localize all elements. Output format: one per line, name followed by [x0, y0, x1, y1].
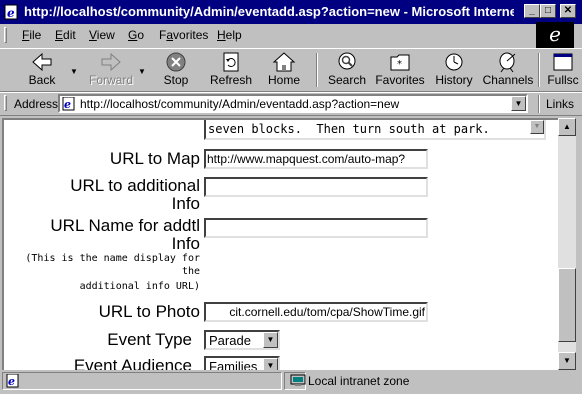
url-name-note-line1: (This is the name display for — [25, 253, 200, 264]
refresh-icon — [223, 52, 239, 72]
toolbar-separator — [316, 53, 318, 87]
menu-grip[interactable] — [4, 27, 7, 43]
status-panel-main: e — [2, 372, 282, 390]
url-additional-info-input[interactable] — [204, 177, 428, 197]
forward-dropdown-icon[interactable]: ▼ — [138, 67, 146, 76]
menu-view[interactable]: View — [89, 28, 115, 42]
address-url[interactable]: http://localhost/community/Admin/eventad… — [80, 97, 399, 111]
page-icon: e — [62, 97, 75, 111]
stop-button[interactable]: Stop — [154, 51, 198, 89]
url-name-label-line1: URL Name for addtl — [50, 216, 200, 235]
event-audience-label: Event Audience — [73, 356, 192, 371]
home-icon — [272, 52, 296, 72]
address-bar: Address e http://localhost/community/Adm… — [0, 92, 582, 116]
svg-text:*: * — [397, 59, 402, 70]
event-type-dropdown-icon[interactable]: ▼ — [263, 332, 278, 348]
back-arrow-icon — [32, 52, 52, 72]
event-audience-dropdown-icon[interactable]: ▼ — [263, 358, 278, 370]
url-name-label-line2: Info — [171, 234, 200, 253]
standard-toolbar: Back ▼ Forward ▼ Stop Refresh Home Searc… — [0, 48, 582, 92]
url-additional-info-label-line2: Info — [171, 194, 200, 213]
close-button[interactable]: ✕ — [560, 4, 576, 18]
title-bar: e http://localhost/community/Admin/event… — [0, 0, 582, 24]
status-panel-zone: Local intranet zone — [286, 372, 580, 390]
favorites-folder-icon: * — [390, 54, 410, 71]
status-bar: e Local intranet zone — [0, 370, 582, 392]
url-name-note-line2: the — [181, 266, 200, 277]
url-name-note-line3: additional info URL) — [79, 281, 200, 292]
maximize-button[interactable]: □ — [540, 4, 556, 18]
home-button[interactable]: Home — [264, 51, 304, 89]
page-status-icon: e — [6, 374, 19, 388]
history-icon — [445, 53, 463, 71]
event-type-label: Event Type — [107, 330, 192, 349]
svg-text:e: e — [7, 6, 15, 20]
channels-satellite-icon — [499, 52, 516, 73]
url-additional-info-label-line1: URL to additional — [70, 176, 200, 195]
directions-textarea[interactable]: seven blocks. Then turn south at park. ▼ — [204, 120, 546, 140]
url-to-map-input[interactable]: http://www.mapquest.com/auto-map? — [204, 149, 428, 169]
forward-button[interactable]: Forward — [86, 51, 136, 89]
event-audience-select[interactable]: Families ▼ — [204, 356, 280, 370]
url-to-photo-input[interactable]: cit.cornell.edu/tom/cpa/ShowTime.gif — [204, 302, 428, 322]
fullscreen-button[interactable]: Fullsc — [544, 51, 582, 89]
search-button[interactable]: Search — [326, 51, 368, 89]
menu-favorites[interactable]: Favorites — [159, 28, 208, 42]
menu-help[interactable]: Help — [217, 28, 242, 42]
url-name-input[interactable] — [204, 218, 428, 238]
local-intranet-icon — [290, 374, 306, 386]
svg-text:e: e — [8, 375, 15, 388]
svg-text:e: e — [64, 98, 71, 111]
stop-icon — [166, 52, 186, 72]
search-icon — [338, 52, 356, 70]
menu-go[interactable]: Go — [128, 28, 144, 42]
ie-page-icon: e — [4, 4, 18, 20]
scroll-down-icon[interactable]: ▼ — [558, 352, 576, 370]
window-title: http://localhost/community/Admin/eventad… — [24, 4, 514, 19]
refresh-button[interactable]: Refresh — [208, 51, 254, 89]
menu-edit[interactable]: Edit — [55, 28, 76, 42]
history-button[interactable]: History — [434, 51, 474, 89]
back-dropdown-icon[interactable]: ▼ — [70, 67, 78, 76]
security-zone-text: Local intranet zone — [308, 374, 410, 388]
ie-throbber-logo: e — [536, 22, 574, 48]
address-label: Address — [14, 97, 59, 111]
event-type-select[interactable]: Parade ▼ — [204, 330, 280, 350]
url-to-map-label: URL to Map — [109, 149, 200, 168]
favorites-button[interactable]: * Favorites — [374, 51, 426, 89]
url-to-photo-label: URL to Photo — [98, 302, 200, 321]
channels-button[interactable]: Channels — [482, 51, 534, 89]
address-input[interactable]: e http://localhost/community/Admin/event… — [58, 94, 528, 113]
menu-bar: File Edit View Go Favorites Help — [0, 24, 582, 46]
fullscreen-icon — [553, 53, 573, 71]
forward-arrow-icon — [101, 52, 121, 72]
vertical-scrollbar[interactable]: ▲ ▼ — [558, 118, 576, 370]
menu-file[interactable]: File — [22, 28, 41, 42]
address-grip[interactable] — [4, 95, 7, 111]
toolbar-separator — [538, 53, 540, 87]
textarea-scroll-down-icon[interactable]: ▼ — [530, 120, 544, 134]
back-button[interactable]: Back — [20, 51, 64, 89]
scroll-up-icon[interactable]: ▲ — [558, 118, 576, 136]
address-dropdown-icon[interactable]: ▼ — [511, 96, 526, 111]
links-button[interactable]: Links — [546, 97, 574, 111]
page-content: seven blocks. Then turn south at park. ▼… — [2, 118, 558, 370]
scroll-thumb[interactable] — [558, 268, 576, 342]
minimize-button[interactable]: _ — [524, 4, 540, 18]
address-separator — [538, 95, 540, 113]
